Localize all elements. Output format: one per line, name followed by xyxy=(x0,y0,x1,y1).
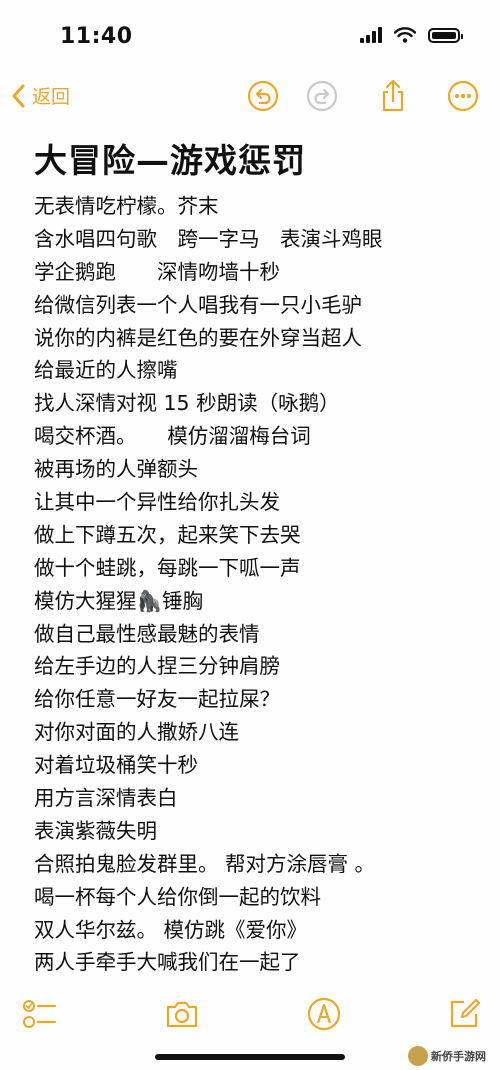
note-line: 说你的内裤是红色的要在外穿当超人 xyxy=(34,325,362,350)
note-line: 合照拍鬼脸发群里。 帮对方涂唇膏 。 xyxy=(34,851,376,876)
redo-icon[interactable] xyxy=(305,79,339,113)
note-line: 做十个蛙跳，每跳一下呱一声 xyxy=(34,555,301,580)
note-line: 给最近的人擦嘴 xyxy=(34,358,178,383)
note-line: 对着垃圾桶笑十秒 xyxy=(34,753,198,778)
checklist-icon[interactable] xyxy=(22,996,58,1032)
markup-icon[interactable] xyxy=(306,996,342,1032)
undo-icon[interactable] xyxy=(246,79,280,113)
note-line: 无表情吃柠檬。芥末 xyxy=(34,194,219,218)
note-body[interactable]: 无表情吃柠檬。芥末含水唱四句歌 跨一字马 表演斗鸡眼 学企鹅跑 深情吻墙十秒给微信… xyxy=(34,190,474,979)
battery-icon xyxy=(428,27,463,43)
navigation-bar: 返回 xyxy=(0,74,500,124)
note-line: 找人深情对视 15 秒朗读（咏鹅） xyxy=(34,391,340,416)
note-line: 给左手边的人捏三分钟肩膀 xyxy=(34,654,280,679)
note-line: 做自己最性感最魅的表情 xyxy=(34,621,260,646)
note-line: 模仿大猩猩🦍锤胸 xyxy=(34,588,204,613)
note-line: 给你任意一好友一起拉屎？ xyxy=(34,687,280,712)
note-line: 对你对面的人撒娇八连 xyxy=(34,720,239,745)
status-bar: 11:40 xyxy=(0,0,500,74)
back-button[interactable]: 返回 xyxy=(10,82,70,109)
note-line: 含水唱四句歌 跨一字马 表演斗鸡眼 xyxy=(34,226,383,251)
note-line: 喝一杯每个人给你倒一起的饮料 xyxy=(34,884,321,909)
share-icon[interactable] xyxy=(376,79,410,113)
note-line: 用方言深情表白 xyxy=(34,786,178,811)
note-line: 两人手牵手大喊我们在一起了 xyxy=(34,950,301,975)
note-line: 表演紫薇失明 xyxy=(34,818,157,843)
more-icon[interactable] xyxy=(446,79,480,113)
wifi-icon xyxy=(394,27,416,43)
note-title: 大冒险—游戏惩罚 xyxy=(34,141,306,180)
status-time: 11:40 xyxy=(60,24,133,49)
compose-icon[interactable] xyxy=(446,996,482,1032)
cellular-signal-icon xyxy=(360,27,382,43)
back-label: 返回 xyxy=(32,86,71,108)
note-line: 双人华尔兹。 模仿跳《爱你》 xyxy=(34,917,308,942)
note-line: 给微信列表一个人唱我有一只小毛驴 xyxy=(34,292,362,317)
status-icons xyxy=(360,27,463,43)
home-indicator xyxy=(155,1054,345,1060)
note-line: 让其中一个异性给你扎头发 xyxy=(34,490,280,515)
watermark-text: 新侨手游网 xyxy=(431,1050,486,1063)
note-line: 做上下蹲五次，起来笑下去哭 xyxy=(34,522,301,547)
watermark: 新侨手游网 xyxy=(408,1044,498,1068)
bottom-toolbar xyxy=(0,988,500,1038)
note-line: 学企鹅跑 深情吻墙十秒 xyxy=(34,259,280,284)
watermark-logo-icon xyxy=(408,1046,428,1066)
camera-icon[interactable] xyxy=(164,996,200,1032)
note-line: 被再场的人弹额头 xyxy=(34,457,198,482)
note-line: 喝交杯酒。 模仿溜溜梅台词 xyxy=(34,424,311,449)
chevron-left-icon xyxy=(12,84,25,107)
